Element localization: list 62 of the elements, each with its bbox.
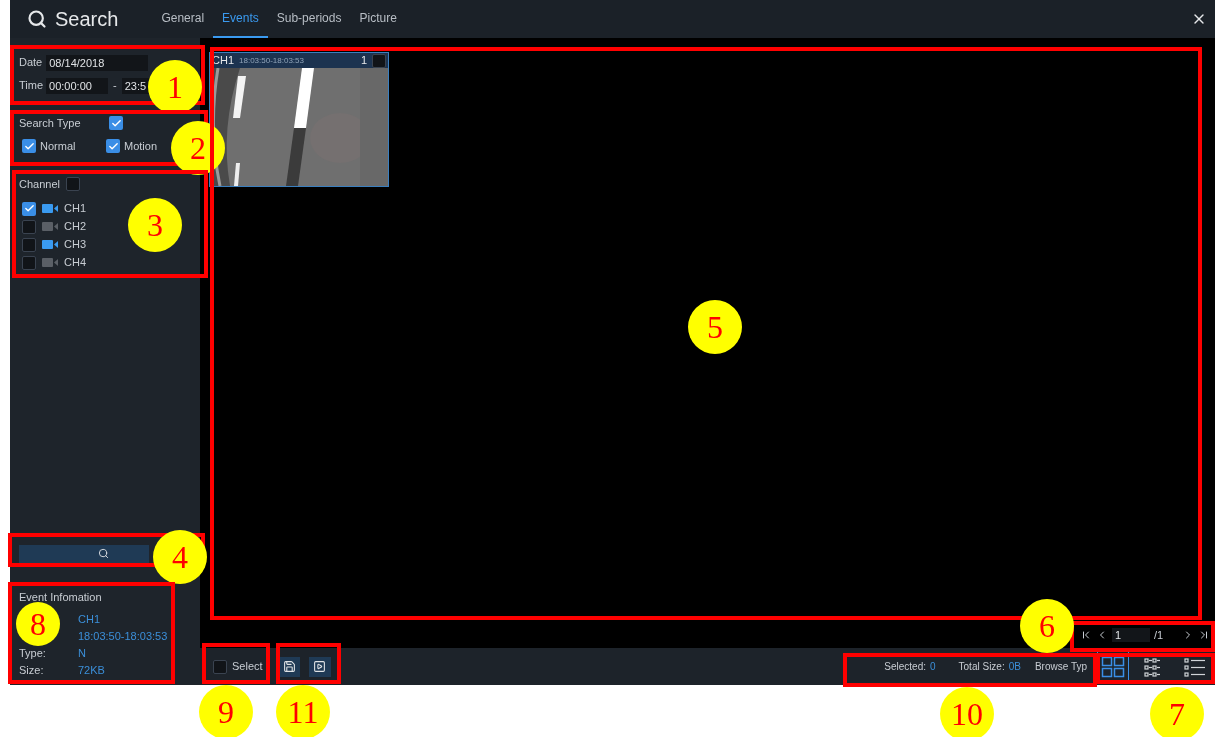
search-type-label: Search Type	[19, 115, 82, 131]
selected-count: 0	[930, 660, 936, 674]
tab[interactable]: Picture	[350, 0, 406, 38]
last-page-icon[interactable]	[1198, 628, 1210, 641]
callout-number: 11	[276, 685, 330, 737]
info-label: Type:	[19, 646, 46, 659]
date-label: Date	[19, 55, 43, 71]
channel-name: CH4	[64, 255, 86, 271]
event-period: 18:03:50-18:03:53	[239, 54, 304, 67]
event-index: 1	[360, 53, 367, 69]
callout-number: 7	[1150, 687, 1204, 737]
info-value: 72KB	[78, 662, 105, 678]
checkbox[interactable]	[22, 237, 36, 252]
checkbox[interactable]	[213, 659, 227, 674]
event-type-label: Motion	[124, 138, 158, 154]
info-value: 18:03:50-18:03:53	[78, 628, 168, 644]
grid-view-icon	[1101, 655, 1125, 678]
save-icon	[283, 660, 297, 673]
view-mode-button[interactable]	[1097, 651, 1129, 682]
checkbox[interactable]	[109, 116, 123, 130]
selected-count-label: Selected:	[884, 660, 926, 674]
play-icon	[313, 660, 327, 673]
page-total: /1	[1154, 627, 1165, 643]
callout-number: 9	[199, 685, 253, 737]
time-label: Time	[19, 78, 44, 94]
start-time-field[interactable]: 00:00:00	[46, 77, 109, 94]
checkbox[interactable]	[66, 177, 80, 191]
callout-frame	[202, 643, 270, 684]
tab[interactable]: General	[152, 0, 214, 38]
first-page-icon[interactable]	[1080, 628, 1092, 641]
search-icon	[27, 9, 47, 29]
callout-frame	[276, 643, 341, 684]
end-time-field[interactable]: 23:5	[121, 77, 150, 94]
search-icon	[98, 548, 109, 559]
save-button[interactable]	[279, 656, 300, 677]
channel-label: Channel	[19, 176, 60, 192]
tab[interactable]: Sub-periods	[267, 0, 351, 38]
info-label: Size:	[19, 663, 44, 676]
play-button[interactable]	[308, 656, 331, 677]
page-title: Search	[55, 7, 119, 32]
event-info-title: Event Infomation	[19, 589, 103, 605]
checkbox[interactable]	[106, 139, 120, 153]
list-view-icon	[1184, 656, 1206, 677]
range-separator: -	[113, 78, 117, 94]
channel-name: CH2	[64, 219, 86, 235]
date-field[interactable]: 08/14/2018	[46, 54, 149, 71]
checkbox[interactable]	[22, 139, 36, 153]
select-label: Select	[232, 659, 263, 675]
channel-name: CH3	[64, 237, 86, 253]
event-type-label: Normal	[40, 138, 76, 154]
channel-name: CH1	[64, 201, 86, 217]
browse-type-label: Browse Typ	[1034, 660, 1087, 674]
total-size-label: Total Size:	[958, 660, 1005, 674]
info-value: N	[78, 645, 86, 661]
checkbox[interactable]	[22, 201, 36, 216]
callout-number: 10	[940, 687, 994, 737]
checkbox[interactable]	[22, 255, 36, 270]
info-value: CH1	[78, 611, 100, 627]
checkbox[interactable]	[22, 219, 36, 234]
checkbox[interactable]	[372, 53, 386, 68]
total-size-value: 0B	[1008, 660, 1021, 674]
page-field[interactable]: 1	[1112, 627, 1150, 642]
